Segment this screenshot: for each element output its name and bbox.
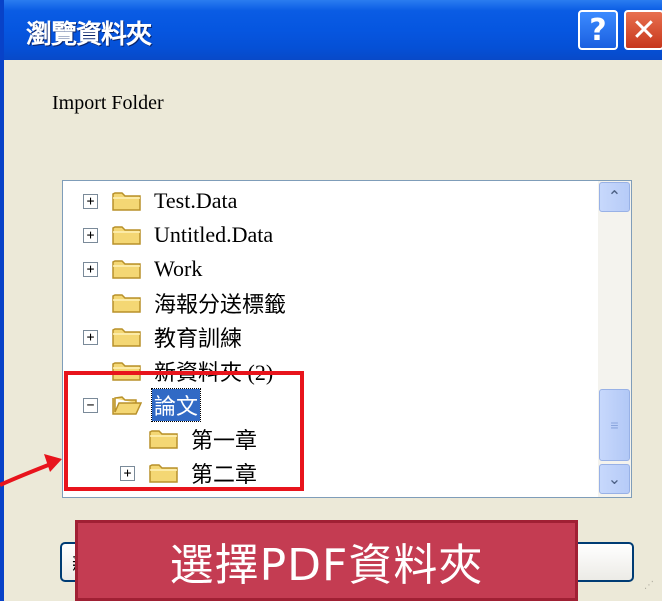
close-icon: ✕ (631, 12, 657, 48)
grip-icon: ≡ (610, 417, 619, 433)
chevron-up-icon: ⌃ (607, 189, 622, 206)
tree-item-label: Untitled.Data (154, 222, 274, 247)
help-icon: ? (589, 12, 607, 48)
expand-icon[interactable]: + (83, 193, 98, 209)
folder-icon (112, 294, 141, 313)
folder-icon (112, 260, 141, 279)
folder-icon (112, 192, 141, 211)
ok-button[interactable] (572, 542, 634, 582)
tree-item-label: 教育訓練 (154, 326, 243, 351)
folder-icon (112, 226, 141, 245)
annotation-arrow-icon (0, 454, 62, 487)
help-button[interactable]: ? (578, 10, 618, 50)
tree-item-work[interactable]: + Work (83, 252, 204, 286)
tree-item-training[interactable]: + 教育訓練 (83, 320, 244, 354)
title-bar[interactable]: 瀏覽資料夾 ? ✕ (4, 0, 662, 60)
annotation-caption: 選擇PDF資料夾 (75, 520, 578, 601)
folder-icon (112, 328, 141, 347)
expand-icon[interactable]: + (83, 329, 98, 345)
scroll-down-button[interactable]: ⌄ (599, 464, 630, 494)
expand-icon[interactable]: + (83, 227, 98, 243)
dialog-prompt: Import Folder (52, 92, 164, 114)
browse-folder-dialog: 瀏覽資料夾 ? ✕ Import Folder + Test.Data + Un… (0, 0, 662, 601)
tree-item-test-data[interactable]: + Test.Data (83, 184, 239, 218)
tree-item-label: Work (154, 256, 203, 281)
annotation-highlight-box (64, 371, 304, 491)
tree-item-label: Test.Data (154, 188, 238, 213)
tree-item-untitled-data[interactable]: + Untitled.Data (83, 218, 275, 252)
tree-item-label: 海報分送標籤 (154, 292, 287, 317)
chevron-down-icon: ⌄ (607, 471, 622, 488)
expand-icon[interactable]: + (83, 261, 98, 277)
close-button[interactable]: ✕ (624, 10, 662, 50)
vertical-scrollbar[interactable]: ⌃ ≡ ⌄ (598, 181, 631, 497)
tree-item-poster-labels[interactable]: 海報分送標籤 (83, 286, 288, 320)
scroll-thumb[interactable]: ≡ (599, 389, 630, 461)
scroll-up-button[interactable]: ⌃ (599, 182, 630, 212)
resize-grip-icon[interactable]: ⋰ (644, 580, 662, 598)
window-title: 瀏覽資料夾 (26, 20, 152, 50)
